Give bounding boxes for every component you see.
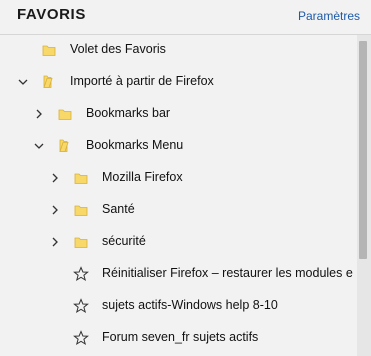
chevron-right-icon[interactable] [49, 204, 61, 216]
tree-item-label: Volet des Favoris [70, 42, 166, 56]
folder-icon [58, 109, 72, 120]
tree-item-label: Importé à partir de Firefox [70, 74, 214, 88]
tree-item-importe-firefox[interactable]: Importé à partir de Firefox [0, 67, 357, 99]
bookmark-label: sujets actifs-Windows help 8-10 [102, 298, 278, 312]
folder-icon [42, 45, 56, 56]
settings-link[interactable]: Paramètres [298, 9, 360, 23]
bookmark-item[interactable]: Forum seven_fr sujets actifs [0, 323, 357, 355]
folder-open-icon [43, 75, 53, 88]
folder-icon [74, 237, 88, 248]
scrollbar-thumb[interactable] [359, 41, 367, 259]
tree-item-securite[interactable]: sécurité [0, 227, 357, 259]
tree-item-volet-des-favoris[interactable]: Volet des Favoris [0, 35, 357, 67]
bookmark-label: Réinitialiser Firefox – restaurer les mo… [102, 266, 353, 280]
vertical-scrollbar[interactable] [357, 35, 371, 356]
star-icon [73, 266, 89, 281]
tree-item-label: Mozilla Firefox [102, 170, 183, 184]
panel-title: FAVORIS [17, 6, 86, 23]
chevron-down-icon[interactable] [33, 140, 45, 152]
tree-item-label: sécurité [102, 234, 146, 248]
star-icon [73, 298, 89, 313]
chevron-right-icon[interactable] [49, 172, 61, 184]
folder-icon [74, 173, 88, 184]
folder-icon [74, 205, 88, 216]
bookmark-label: Forum seven_fr sujets actifs [102, 330, 259, 344]
star-icon [73, 330, 89, 345]
tree-item-label: Santé [102, 202, 135, 216]
tree-item-mozilla-firefox[interactable]: Mozilla Firefox [0, 163, 357, 195]
bookmark-item[interactable]: Réinitialiser Firefox – restaurer les mo… [0, 259, 357, 291]
tree-item-sante[interactable]: Santé [0, 195, 357, 227]
favorites-header: FAVORIS Paramètres [0, 0, 371, 35]
chevron-down-icon[interactable] [17, 76, 29, 88]
tree-item-bookmarks-menu[interactable]: Bookmarks Menu [0, 131, 357, 163]
tree-item-label: Bookmarks Menu [86, 138, 184, 152]
chevron-right-icon[interactable] [33, 108, 45, 120]
favorites-tree: Volet des Favoris Importé à partir de Fi… [0, 35, 357, 356]
favorites-panel: FAVORIS Paramètres Volet des Favoris Imp… [0, 0, 371, 356]
folder-open-icon [59, 139, 69, 152]
chevron-right-icon[interactable] [49, 236, 61, 248]
bookmark-item[interactable]: sujets actifs-Windows help 8-10 [0, 291, 357, 323]
tree-item-label: Bookmarks bar [86, 106, 171, 120]
tree-item-bookmarks-bar[interactable]: Bookmarks bar [0, 99, 357, 131]
